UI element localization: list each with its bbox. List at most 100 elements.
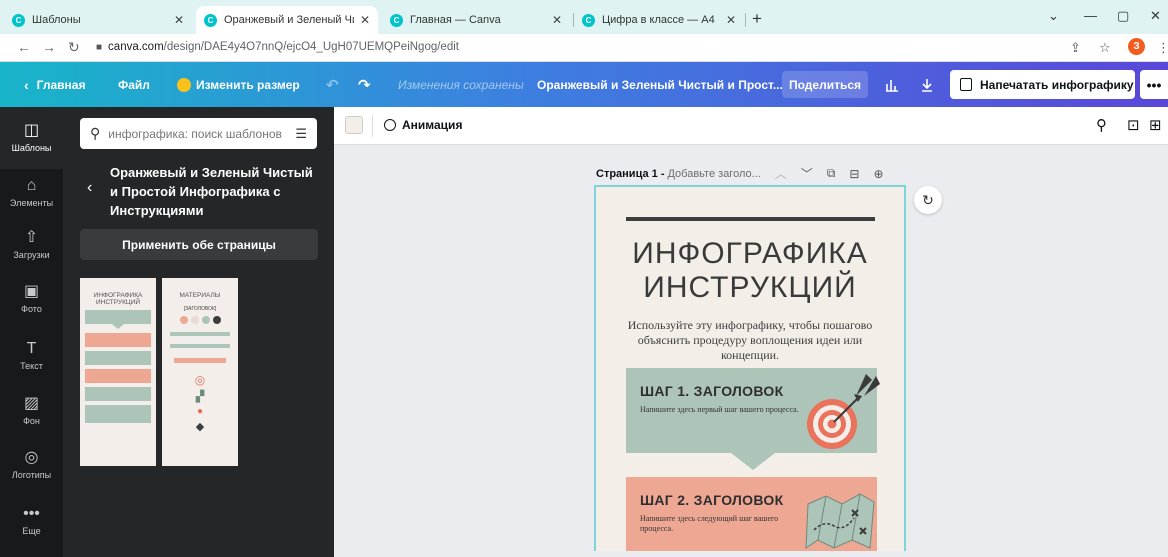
save-status: Изменения сохранены [398,77,524,92]
logo-icon: ◎ [24,449,39,466]
lock-icon[interactable]: ⊡ [1127,116,1140,134]
filter-icon[interactable]: ☰ [295,126,307,142]
more-options-button[interactable]: ••• [1140,70,1168,99]
thumb-step-block [85,387,151,401]
background-color-swatch[interactable] [345,116,363,134]
rail-item-text[interactable]: T Текст [0,325,63,387]
animation-button[interactable]: Анимация [384,118,462,132]
browser-tab[interactable]: C Главная — Canva ✕ [382,6,570,34]
print-label: Напечатать инфографику [980,77,1134,92]
minimize-icon[interactable]: — [1084,8,1097,23]
rail-item-uploads[interactable]: ⇧ Загрузки [0,214,63,276]
back-chevron-icon[interactable]: ‹ [87,179,92,197]
canva-favicon-icon: C [204,13,217,27]
rail-item-logos[interactable]: ◎ Логотипы [0,434,63,496]
url-field[interactable]: ■ canva.com/design/DAE4y4O7nnQ/ejcO4_UgH0… [96,41,459,53]
home-button[interactable]: ‹ Главная [24,62,85,107]
duplicate-page-icon[interactable]: ⧉ [827,166,836,181]
share-button[interactable]: Поделиться [782,71,868,98]
treasure-map-icon[interactable] [804,490,878,552]
address-bar: ← → ↻ ■ canva.com/design/DAE4y4O7nnQ/ejcO… [0,34,1168,62]
close-tab-icon[interactable]: ✕ [174,13,184,27]
page-title-input[interactable]: Добавьте заголо... [667,168,760,180]
rail-label: Логотипы [11,470,52,480]
tab-search-icon[interactable]: ⌄ [1048,8,1059,24]
top-rule [626,217,875,221]
rail-item-photo[interactable]: ▣ Фото [0,268,63,330]
close-tab-icon[interactable]: ✕ [360,13,370,27]
redo-icon[interactable]: ↷ [358,62,371,107]
rail-item-more[interactable]: ••• Еще [0,490,63,552]
title-line: ИНФОГРАФИКА [632,237,868,270]
restore-icon[interactable]: ▢ [1117,8,1129,24]
undo-icon[interactable]: ↶ [326,62,339,107]
browser-tab[interactable]: C Шаблоны ✕ [4,6,192,34]
thumb-map-icon: ▞ [195,391,205,403]
step-heading[interactable]: ШАГ 1. ЗАГОЛОВОК [640,383,783,399]
reload-icon[interactable]: ↻ [68,39,80,56]
rail-label: Фон [23,416,40,426]
template-thumbnail-page2[interactable]: МАТЕРИАЛЫ [ЗАГОЛОВОК] ◎ ▞ ● ◆ [162,278,238,466]
profile-avatar[interactable]: З [1128,38,1145,55]
download-icon[interactable] [913,71,941,98]
design-page[interactable]: ИНФОГРАФИКА ИНСТРУКЦИЙ Используйте эту и… [594,185,906,557]
print-infographic-button[interactable]: Напечатать инфографику [950,70,1135,99]
close-tab-icon[interactable]: ✕ [552,13,562,27]
rail-label: Еще [22,526,41,536]
target-icon[interactable] [804,392,864,452]
rail-item-templates[interactable]: ◫ Шаблоны [0,107,63,169]
crown-icon [177,77,191,92]
design-title[interactable]: Оранжевый и Зеленый Чистый и Прост... [537,62,783,107]
rail-label: Загрузки [13,250,50,260]
thumb-bulb-icon: ● [196,406,204,417]
page-header: Страница 1 - Добавьте заголо... ︿ ﹀ ⧉ ⊟ … [596,165,884,182]
print-icon [960,78,972,91]
tab-divider [745,13,746,27]
file-menu-button[interactable]: Файл [118,62,150,107]
lock-icon: ■ [96,42,103,53]
horizontal-scrollbar[interactable] [338,551,1164,557]
insights-chart-icon[interactable] [878,71,906,98]
arrow-feather-icon[interactable] [852,370,882,400]
rail-item-background[interactable]: ▨ Фон [0,380,63,442]
move-down-icon[interactable]: ﹀ [801,165,813,182]
left-rail: ◫ Шаблоны ⌂ Элементы ⇧ Загрузки ▣ Фото T… [0,107,63,557]
step-arrow [731,453,775,470]
add-page-icon[interactable]: ⊕ [873,167,883,181]
refresh-design-icon[interactable]: ↻ [914,186,942,214]
more-icon: ••• [23,505,40,522]
thumb-target-icon: ◎ [194,373,206,387]
apply-both-pages-button[interactable]: Применить обе страницы [80,229,318,260]
step-heading[interactable]: ШАГ 2. ЗАГОЛОВОК [640,492,783,508]
thumb-line [170,344,230,348]
thumb-step-block [85,333,151,347]
infographic-title[interactable]: ИНФОГРАФИКА ИНСТРУКЦИЙ [596,237,904,305]
bookmark-star-icon[interactable]: ☆ [1099,40,1111,56]
thumb-notes-icon: ◆ [195,421,205,433]
new-tab-button[interactable]: + [752,9,762,29]
search-input[interactable] [108,126,296,141]
delete-page-icon[interactable]: ⊟ [849,167,859,181]
forward-arrow-icon[interactable]: → [42,39,56,55]
thumbnail-subtitle: [ЗАГОЛОВОК] [183,306,217,312]
browser-menu-icon[interactable]: ⋮ [1157,40,1168,56]
browser-tab[interactable]: C Цифра в классе — А4 ✕ [574,6,744,34]
canva-favicon-icon: C [390,13,403,27]
close-tab-icon[interactable]: ✕ [726,13,736,27]
paint-roller-icon[interactable]: ⚲ [1096,116,1107,134]
back-arrow-icon[interactable]: ← [17,39,31,55]
thumb-step-block [85,310,151,324]
step-text[interactable]: Напишите здесь следующий шаг вашего проц… [640,514,800,534]
resize-button[interactable]: Изменить размер [177,62,300,107]
browser-tab-active[interactable]: C Оранжевый и Зеленый Чистый ✕ [196,6,378,34]
template-thumbnail-page1[interactable]: ИНФОГРАФИКА ИНСТРУКЦИЙ [80,278,156,466]
editor-toolbar: Анимация ⚲ ⊡ ⊞ [334,107,1168,145]
infographic-description[interactable]: Используйте эту инфографику, чтобы пошаг… [616,318,884,363]
share-page-icon[interactable]: ⇪ [1070,40,1081,56]
trash-icon[interactable]: ⊞ [1149,116,1162,134]
animation-icon [384,119,396,131]
thumbnail-title: МАТЕРИАЛЫ [179,292,221,299]
move-up-icon[interactable]: ︿ [775,165,787,182]
step-text[interactable]: Напишите здесь первый шаг вашего процесс… [640,405,800,415]
close-window-icon[interactable]: ✕ [1150,8,1161,24]
